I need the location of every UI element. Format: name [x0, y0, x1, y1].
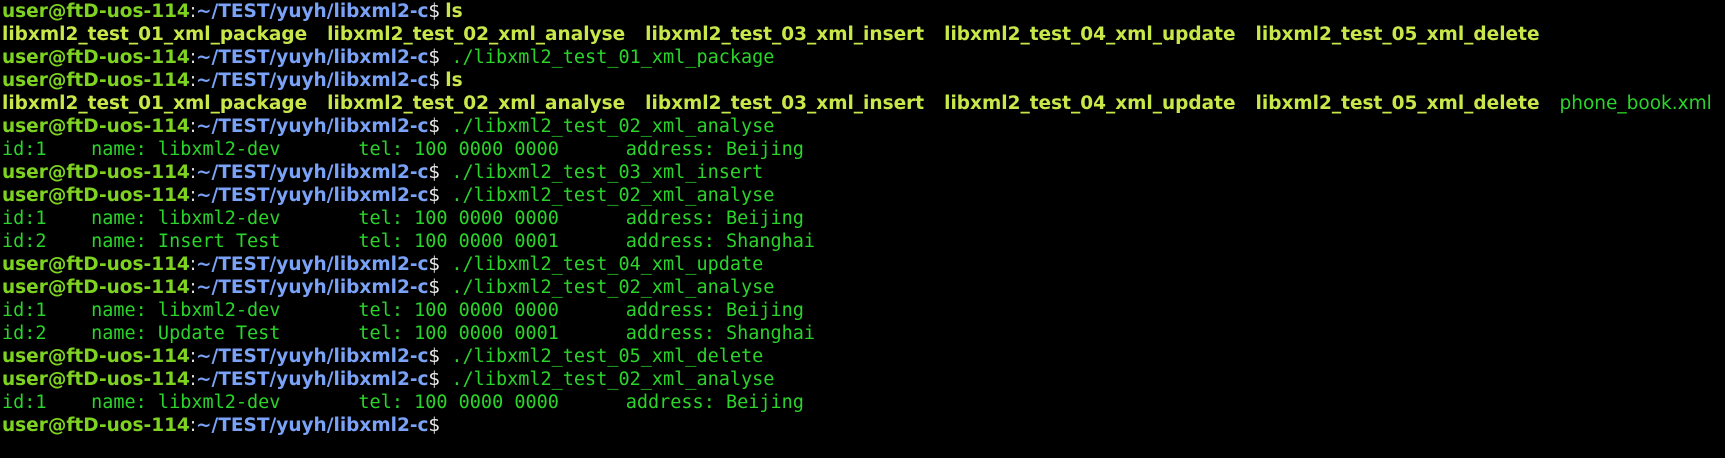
prompt-dollar: $ [428, 116, 441, 137]
prompt-path: ~/TEST/yuyh/libxml2-c [196, 415, 429, 436]
command-text: ./libxml2_test_05_xml_delete [440, 346, 764, 367]
executable-entry[interactable]: libxml2_test_03_xml_insert [645, 93, 924, 114]
prompt-dollar: $ [428, 369, 441, 390]
command-text: ./libxml2_test_03_xml_insert [440, 162, 764, 183]
output-text: id:1 name: libxml2-dev tel: 100 0000 000… [2, 139, 804, 160]
prompt-user-host: user@ftD-uos-114 [2, 254, 190, 275]
prompt-path: ~/TEST/yuyh/libxml2-c [196, 369, 429, 390]
output-text: id:2 name: Insert Test tel: 100 0000 000… [2, 231, 816, 252]
command-text: ./libxml2_test_02_xml_analyse [440, 369, 775, 390]
prompt-line: user@ftD-uos-114:~/TEST/yuyh/libxml2-c$ … [2, 368, 1725, 391]
output-line: id:2 name: Update Test tel: 100 0000 000… [2, 322, 1725, 345]
executable-entry[interactable]: libxml2_test_05_xml_delete [1256, 93, 1540, 114]
executable-entry[interactable]: libxml2_test_04_xml_update [944, 24, 1235, 45]
prompt-dollar: $ [428, 185, 441, 206]
executable-entry[interactable]: libxml2_test_05_xml_delete [1256, 24, 1540, 45]
prompt-line: user@ftD-uos-114:~/TEST/yuyh/libxml2-c$ … [2, 276, 1725, 299]
prompt-dollar: $ [428, 47, 441, 68]
command-text: ./libxml2_test_02_xml_analyse [440, 185, 775, 206]
executable-entry[interactable]: libxml2_test_01_xml_package [2, 24, 307, 45]
prompt-dollar: $ [428, 415, 441, 436]
output-line: id:1 name: libxml2-dev tel: 100 0000 000… [2, 299, 1725, 322]
prompt-path: ~/TEST/yuyh/libxml2-c [196, 1, 429, 22]
prompt-dollar: $ [428, 1, 441, 22]
prompt-dollar: $ [428, 254, 441, 275]
output-line: id:1 name: libxml2-dev tel: 100 0000 000… [2, 391, 1725, 414]
prompt-dollar: $ [428, 277, 441, 298]
prompt-path: ~/TEST/yuyh/libxml2-c [196, 185, 429, 206]
prompt-path: ~/TEST/yuyh/libxml2-c [196, 254, 429, 275]
ls-output-line: libxml2_test_01_xml_package libxml2_test_… [2, 92, 1725, 115]
prompt-line: user@ftD-uos-114:~/TEST/yuyh/libxml2-c$ … [2, 253, 1725, 276]
prompt-line: user@ftD-uos-114:~/TEST/yuyh/libxml2-c$ … [2, 184, 1725, 207]
output-text: id:1 name: libxml2-dev tel: 100 0000 000… [2, 208, 804, 229]
executable-entry[interactable]: libxml2_test_02_xml_analyse [327, 24, 625, 45]
output-text: id:1 name: libxml2-dev tel: 100 0000 000… [2, 392, 804, 413]
prompt-user-host: user@ftD-uos-114 [2, 346, 190, 367]
prompt-user-host: user@ftD-uos-114 [2, 116, 190, 137]
executable-entry[interactable]: libxml2_test_01_xml_package [2, 93, 307, 114]
prompt-line: user@ftD-uos-114:~/TEST/yuyh/libxml2-c$ … [2, 345, 1725, 368]
output-line: id:1 name: libxml2-dev tel: 100 0000 000… [2, 138, 1725, 161]
prompt-dollar: $ [428, 346, 441, 367]
executable-entry[interactable]: libxml2_test_02_xml_analyse [327, 93, 625, 114]
prompt-user-host: user@ftD-uos-114 [2, 1, 190, 22]
prompt-user-host: user@ftD-uos-114 [2, 70, 190, 91]
prompt-line: user@ftD-uos-114:~/TEST/yuyh/libxml2-c$ … [2, 46, 1725, 69]
command-text: ./libxml2_test_01_xml_package [440, 47, 775, 68]
prompt-dollar: $ [428, 162, 441, 183]
prompt-path: ~/TEST/yuyh/libxml2-c [196, 162, 429, 183]
command-text: ls [445, 70, 463, 91]
command-text: ls [445, 1, 463, 22]
prompt-user-host: user@ftD-uos-114 [2, 47, 190, 68]
prompt-path: ~/TEST/yuyh/libxml2-c [196, 346, 429, 367]
terminal-window[interactable]: user@ftD-uos-114:~/TEST/yuyh/libxml2-c$ l… [0, 0, 1725, 458]
command-text: ./libxml2_test_02_xml_analyse [440, 116, 775, 137]
prompt-line: user@ftD-uos-114:~/TEST/yuyh/libxml2-c$ … [2, 115, 1725, 138]
output-text: id:2 name: Update Test tel: 100 0000 000… [2, 323, 816, 344]
prompt-line: user@ftD-uos-114:~/TEST/yuyh/libxml2-c$ l… [2, 69, 1725, 92]
prompt-path: ~/TEST/yuyh/libxml2-c [196, 116, 429, 137]
prompt-path: ~/TEST/yuyh/libxml2-c [196, 70, 429, 91]
executable-entry[interactable]: libxml2_test_04_xml_update [944, 93, 1235, 114]
ls-output-line: libxml2_test_01_xml_package libxml2_test_… [2, 23, 1725, 46]
prompt-line: user@ftD-uos-114:~/TEST/yuyh/libxml2-c$ … [2, 161, 1725, 184]
output-line: id:2 name: Insert Test tel: 100 0000 000… [2, 230, 1725, 253]
prompt-user-host: user@ftD-uos-114 [2, 415, 190, 436]
prompt-user-host: user@ftD-uos-114 [2, 162, 190, 183]
prompt-user-host: user@ftD-uos-114 [2, 185, 190, 206]
output-line: id:1 name: libxml2-dev tel: 100 0000 000… [2, 207, 1725, 230]
prompt-user-host: user@ftD-uos-114 [2, 369, 190, 390]
prompt-path: ~/TEST/yuyh/libxml2-c [196, 47, 429, 68]
prompt-line: user@ftD-uos-114:~/TEST/yuyh/libxml2-c$ [2, 414, 1725, 437]
output-text: id:1 name: libxml2-dev tel: 100 0000 000… [2, 300, 804, 321]
prompt-dollar: $ [428, 70, 441, 91]
command-text: ./libxml2_test_02_xml_analyse [440, 277, 775, 298]
prompt-path: ~/TEST/yuyh/libxml2-c [196, 277, 429, 298]
prompt-line: user@ftD-uos-114:~/TEST/yuyh/libxml2-c$ l… [2, 0, 1725, 23]
file-entry[interactable]: phone_book.xml [1560, 93, 1712, 114]
prompt-user-host: user@ftD-uos-114 [2, 277, 190, 298]
command-text: ./libxml2_test_04_xml_update [440, 254, 764, 275]
executable-entry[interactable]: libxml2_test_03_xml_insert [645, 24, 924, 45]
text-cursor[interactable] [440, 414, 450, 434]
